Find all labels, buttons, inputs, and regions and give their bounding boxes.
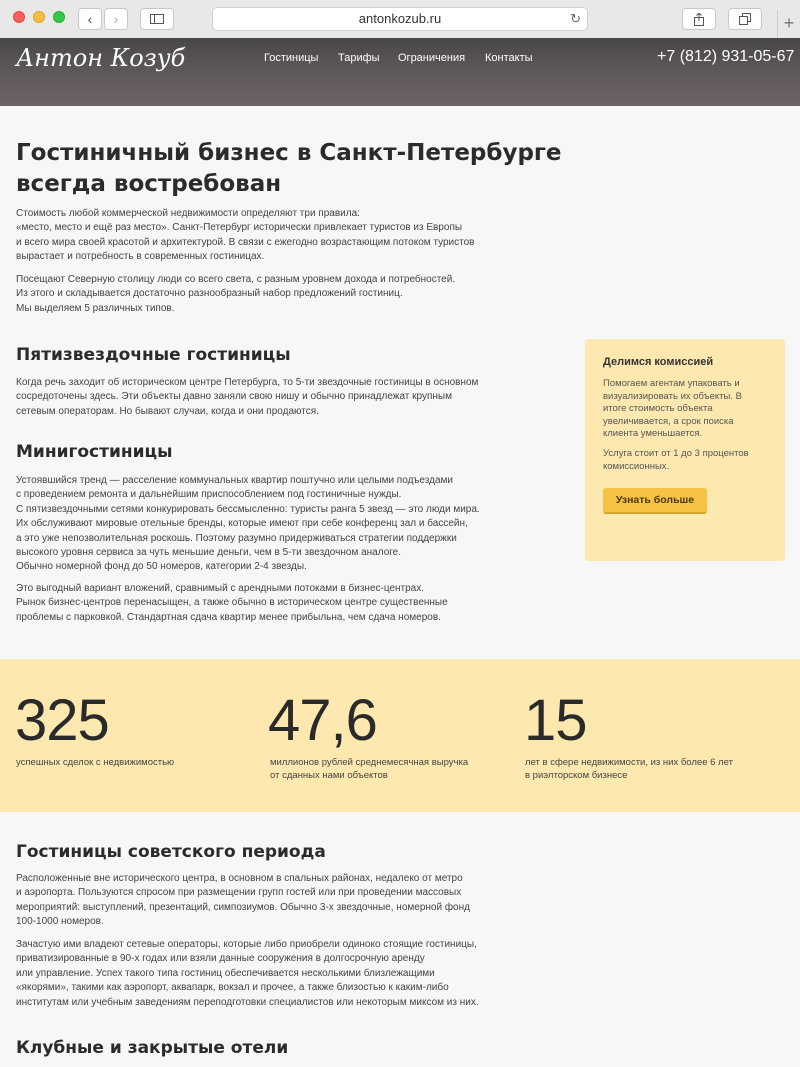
soviet-hotels-paragraph-1: Расположенные вне исторического центра, …	[16, 873, 470, 928]
intro-paragraph-1: Стоимость любой коммерческой недвижимост…	[16, 208, 475, 263]
sidebar-icon	[150, 14, 164, 24]
nav-link-restrictions[interactable]: Ограничения	[398, 52, 465, 64]
new-tab-button[interactable]: +	[777, 10, 800, 38]
learn-more-button[interactable]: Узнать больше	[603, 488, 707, 514]
tabs-icon	[739, 13, 751, 25]
share-button[interactable]	[682, 8, 716, 30]
stats-band	[0, 659, 800, 812]
sidebar-button[interactable]	[140, 8, 174, 30]
mini-hotels-paragraph-2: Это выгодный вариант вложений, сравнимый…	[16, 583, 448, 623]
address-bar[interactable]: antonkozub.ru ↻	[212, 7, 588, 31]
stat-value-revenue: 47,6	[268, 688, 378, 753]
stat-value-deals: 325	[15, 688, 110, 753]
intro-paragraph-2: Посещают Северную столицу люди со всего …	[16, 274, 456, 314]
site-logo[interactable]: Антон Козуб	[16, 44, 185, 72]
five-star-paragraph: Когда речь заходит об историческом центр…	[16, 377, 479, 417]
back-button[interactable]: ‹	[78, 8, 102, 30]
stat-caption-deals: успешных сделок с недвижимостью	[16, 757, 175, 768]
nav-link-contacts[interactable]: Контакты	[485, 52, 533, 64]
page-title: Гостиничный бизнес в Санкт-Петербурге вс…	[16, 140, 562, 197]
section-title-five-star: Пятизвездочные гостиницы	[16, 345, 291, 365]
browser-toolbar: ‹ › antonkozub.ru ↻ +	[0, 0, 800, 39]
stat-caption-revenue: миллионов рублей среднемесячная выручка …	[270, 757, 469, 781]
section-title-club-hotels: Клубные и закрытые отели	[16, 1038, 289, 1058]
close-window-button[interactable]	[13, 11, 25, 23]
forward-button[interactable]: ›	[104, 8, 128, 30]
nav-link-hotels[interactable]: Гостиницы	[264, 52, 318, 64]
section-title-soviet-hotels: Гостиницы советского периода	[16, 842, 326, 862]
section-title-mini-hotels: Минигостиницы	[16, 442, 173, 462]
plus-icon: +	[783, 13, 795, 33]
tabs-button[interactable]	[728, 8, 762, 30]
minimize-window-button[interactable]	[33, 11, 45, 23]
stat-caption-years: лет в сфере недвижимости, из них более 6…	[525, 757, 733, 781]
commission-box-text-1: Помогаем агентам упаковать и визуализиро…	[603, 378, 742, 439]
soviet-hotels-paragraph-2: Зачастую ими владеют сетевые операторы, …	[16, 939, 479, 1008]
commission-box-title: Делимся комиссией	[603, 356, 714, 368]
nav-link-tariffs[interactable]: Тарифы	[338, 52, 380, 64]
stat-value-years: 15	[524, 688, 588, 753]
mini-hotels-paragraph-1: Устоявшийся тренд — расселение коммуналь…	[16, 475, 480, 573]
chevron-left-icon: ‹	[87, 11, 93, 27]
url-text: antonkozub.ru	[358, 11, 442, 26]
share-icon	[694, 12, 704, 26]
phone-number[interactable]: +7 (812) 931-05-67	[657, 48, 794, 66]
commission-box: Делимся комиссией Помогаем агентам упако…	[585, 339, 785, 561]
zoom-window-button[interactable]	[53, 11, 65, 23]
chevron-right-icon: ›	[113, 11, 119, 27]
reload-icon[interactable]: ↻	[570, 8, 581, 30]
commission-box-text-2: Услуга стоит от 1 до 3 процентов комисси…	[603, 448, 749, 472]
